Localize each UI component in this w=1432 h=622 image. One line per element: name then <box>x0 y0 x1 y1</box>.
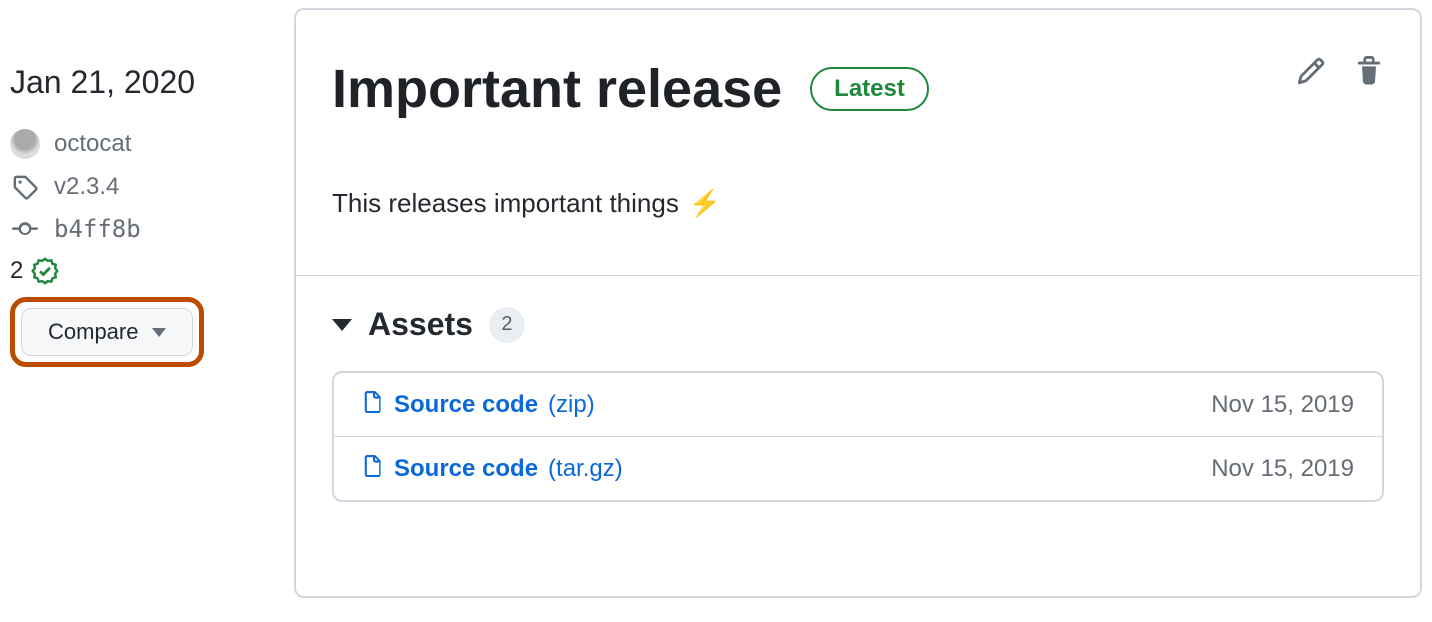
trash-icon[interactable] <box>1354 56 1384 86</box>
edit-icon[interactable] <box>1296 56 1326 86</box>
tag-icon <box>10 174 40 200</box>
asset-date: Nov 15, 2019 <box>1211 455 1354 483</box>
tag-name: v2.3.4 <box>54 173 119 201</box>
compare-label: Compare <box>48 319 138 345</box>
commit-icon <box>10 216 40 242</box>
release-header: Important release Latest This releases i… <box>296 10 1420 276</box>
assets-count-badge: 2 <box>489 307 525 343</box>
release-date: Jan 21, 2020 <box>10 64 270 101</box>
author-name: octocat <box>54 130 131 158</box>
release-panel: Important release Latest This releases i… <box>294 8 1422 598</box>
verified-row[interactable]: 2 <box>10 257 270 285</box>
release-sidebar: Jan 21, 2020 octocat v2.3.4 b4ff8b 2 <box>10 8 270 367</box>
commit-sha: b4ff8b <box>54 215 141 243</box>
verified-icon <box>31 257 59 285</box>
assets-heading: Assets <box>368 306 473 343</box>
author-row[interactable]: octocat <box>10 129 270 159</box>
asset-row[interactable]: Source code (tar.gz) Nov 15, 2019 <box>334 437 1382 500</box>
compare-button[interactable]: Compare <box>21 308 193 356</box>
compare-highlight: Compare <box>10 297 204 367</box>
assets-toggle[interactable]: Assets 2 <box>332 306 1384 343</box>
release-title: Important release <box>332 58 782 120</box>
chevron-down-icon <box>152 328 166 337</box>
avatar-icon <box>10 129 40 159</box>
latest-badge: Latest <box>810 67 929 111</box>
asset-ext: (tar.gz) <box>548 455 623 483</box>
assets-section: Assets 2 Source code (zip) Nov 15, 2019 <box>296 276 1420 538</box>
asset-row[interactable]: Source code (zip) Nov 15, 2019 <box>334 373 1382 437</box>
commit-row[interactable]: b4ff8b <box>10 215 270 243</box>
triangle-down-icon <box>332 319 352 331</box>
zip-icon <box>362 453 384 484</box>
zip-icon <box>362 389 384 420</box>
assets-list: Source code (zip) Nov 15, 2019 Source co… <box>332 371 1384 502</box>
release-body-text: This releases important things <box>332 188 679 219</box>
release-description: This releases important things ⚡ <box>332 188 1384 219</box>
lightning-icon: ⚡ <box>689 188 721 219</box>
asset-ext: (zip) <box>548 391 595 419</box>
asset-date: Nov 15, 2019 <box>1211 391 1354 419</box>
tag-row[interactable]: v2.3.4 <box>10 173 270 201</box>
asset-name: Source code <box>394 455 538 483</box>
verified-count: 2 <box>10 257 23 285</box>
asset-name: Source code <box>394 391 538 419</box>
